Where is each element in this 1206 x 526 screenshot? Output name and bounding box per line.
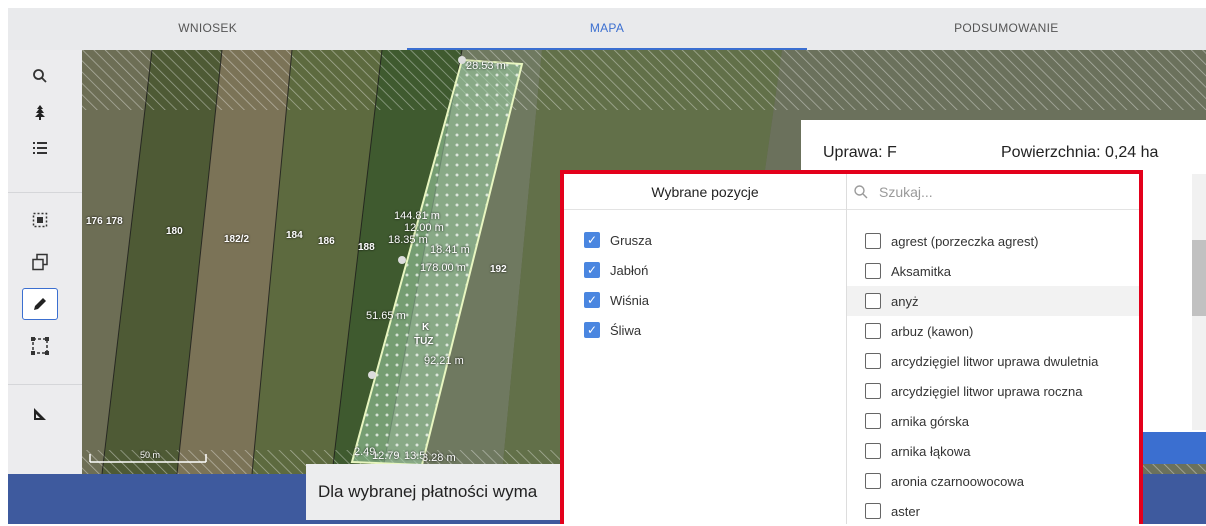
crop-label: Uprawa: F (823, 144, 897, 161)
checkbox[interactable] (865, 263, 881, 279)
measurement-label: 18.41 m (430, 244, 470, 256)
parcel-number: 186 (318, 236, 335, 247)
checkbox[interactable] (865, 233, 881, 249)
option-item[interactable]: arcydzięgiel litwor uprawa roczna (847, 376, 1139, 406)
parcel-mark: TUZ (414, 336, 434, 347)
option-label: aster (891, 503, 920, 519)
crop-multiselect-dropdown: Wybrane pozycje ✓ Grusza ✓ Jabłoń ✓ Wiśn… (560, 170, 1143, 524)
checkbox[interactable] (865, 503, 881, 519)
selected-item-label: Grusza (610, 232, 652, 248)
option-item[interactable]: arnika łąkowa (847, 436, 1139, 466)
option-label: anyż (891, 293, 919, 309)
option-item[interactable]: arcydzięgiel litwor uprawa dwuletnia (847, 346, 1139, 376)
option-item[interactable]: aster (847, 496, 1139, 526)
selected-items-pane: Wybrane pozycje ✓ Grusza ✓ Jabłoń ✓ Wiśn… (564, 174, 847, 524)
checkbox[interactable] (865, 353, 881, 369)
measure-angle-icon[interactable] (22, 398, 58, 430)
measurement-label: 51.65 m (366, 310, 406, 322)
selected-item[interactable]: ✓ Wiśnia (584, 290, 649, 310)
map-toolbar (8, 50, 82, 474)
measurement-label: 178.00 m (420, 262, 466, 274)
parcel-number: 180 (166, 226, 183, 237)
selected-item[interactable]: ✓ Jabłoń (584, 260, 648, 280)
pencil-icon[interactable] (22, 288, 58, 320)
scrollbar-thumb[interactable] (1192, 240, 1206, 316)
option-item[interactable]: aronia czarnoowocowa (847, 466, 1139, 496)
option-label: arnika łąkowa (891, 443, 971, 459)
option-item[interactable]: arnika górska (847, 406, 1139, 436)
selected-item[interactable]: ✓ Grusza (584, 230, 652, 250)
checkbox-checked-icon[interactable]: ✓ (584, 322, 600, 338)
measurement-label: 12.79 (372, 450, 400, 462)
checkbox[interactable] (865, 383, 881, 399)
parcel-mark: K (422, 322, 430, 333)
option-label: arcydzięgiel litwor uprawa roczna (891, 383, 1083, 399)
tree-icon[interactable] (22, 96, 58, 128)
dashed-rect-icon[interactable] (22, 330, 58, 362)
copy-geometry-icon[interactable] (22, 246, 58, 278)
checkbox[interactable] (865, 443, 881, 459)
parcel-number: 184 (286, 230, 303, 241)
option-label: arcydzięgiel litwor uprawa dwuletnia (891, 353, 1099, 369)
option-label: arnika górska (891, 413, 970, 429)
option-label: Aksamitka (891, 263, 951, 279)
parcel-number: 188 (358, 242, 375, 253)
checkbox[interactable] (865, 473, 881, 489)
measurement-label: 92.21 m (424, 355, 464, 367)
tab-bar: WNIOSEK MAPA PODSUMOWANIE (8, 8, 1206, 50)
selected-items-title: Wybrane pozycje (564, 174, 846, 210)
checkbox[interactable] (865, 413, 881, 429)
panel-action-button[interactable] (1140, 432, 1206, 464)
list-icon[interactable] (22, 132, 58, 164)
option-label: aronia czarnoowocowa (891, 473, 1024, 489)
payment-message: Dla wybranej płatności wyma (306, 464, 566, 520)
search-icon[interactable] (22, 60, 58, 92)
option-label: arbuz (kawon) (891, 323, 974, 339)
option-label: agrest (porzeczka agrest) (891, 233, 1039, 249)
toolbar-divider (8, 384, 82, 385)
option-item[interactable]: arbuz (kawon) (847, 316, 1139, 346)
checkbox-checked-icon[interactable]: ✓ (584, 232, 600, 248)
option-item[interactable]: Aksamitka (847, 256, 1139, 286)
checkbox-checked-icon[interactable]: ✓ (584, 262, 600, 278)
checkbox[interactable] (865, 293, 881, 309)
measurement-label: 28.53 m (466, 60, 506, 72)
selected-item[interactable]: ✓ Śliwa (584, 320, 641, 340)
scale-label: 50 m (140, 450, 161, 460)
option-item[interactable]: agrest (porzeczka agrest) (847, 226, 1139, 256)
parcel-number: 176 (86, 216, 103, 227)
measurement-label: 3.28 m (422, 452, 456, 464)
parcel-number: 192 (490, 264, 507, 275)
parcel-number: 182/2 (224, 234, 250, 245)
tab-mapa[interactable]: MAPA (407, 8, 807, 50)
selected-item-label: Jabłoń (610, 262, 649, 278)
parcel-number: 178 (106, 216, 123, 227)
tab-wniosek[interactable]: WNIOSEK (8, 8, 407, 50)
options-pane: Szukaj... agrest (porzeczka agrest) Aksa… (847, 174, 1139, 524)
select-area-icon[interactable] (22, 204, 58, 236)
search-placeholder: Szukaj... (879, 183, 933, 200)
measurement-label: 18.35 m (388, 234, 428, 246)
measurement-label: 144.81 m (394, 210, 440, 222)
option-item[interactable]: anyż (847, 286, 1139, 316)
selected-item-label: Śliwa (610, 322, 642, 338)
search-icon (854, 184, 868, 198)
tab-podsumowanie[interactable]: PODSUMOWANIE (807, 8, 1206, 50)
selected-item-label: Wiśnia (610, 292, 650, 308)
toolbar-divider (8, 192, 82, 193)
measurement-label: 12.00 m (404, 222, 444, 234)
checkbox-checked-icon[interactable]: ✓ (584, 292, 600, 308)
area-label: Powierzchnia: 0,24 ha (1001, 144, 1159, 161)
checkbox[interactable] (865, 323, 881, 339)
search-field[interactable]: Szukaj... (847, 174, 1139, 210)
